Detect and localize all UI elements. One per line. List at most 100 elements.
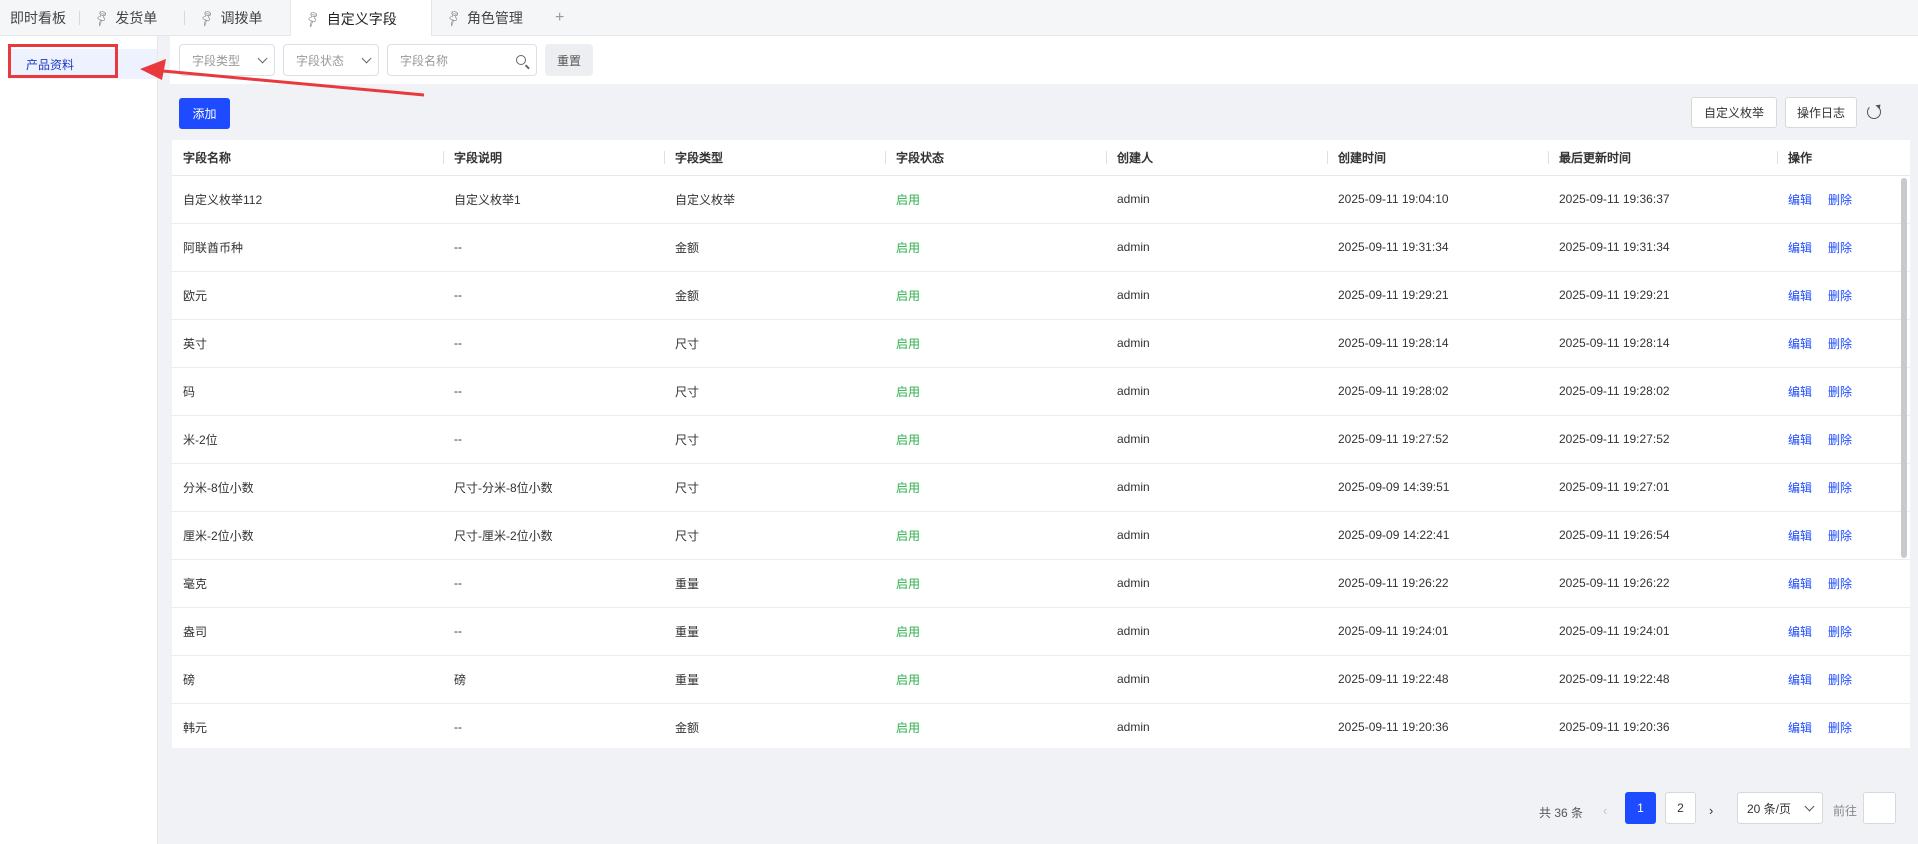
actions-cell: 编辑 删除 [1777,271,1910,320]
created-time-cell: 2025-09-11 19:31:34 [1327,223,1548,272]
delete-link[interactable]: 删除 [1828,625,1852,639]
delete-link[interactable]: 删除 [1828,529,1852,543]
field-type-cell: 尺寸 [664,415,885,464]
edit-link[interactable]: 编辑 [1788,193,1812,207]
edit-link[interactable]: 编辑 [1788,241,1812,255]
tab-dashboard[interactable]: 即时看板 [0,0,80,35]
page-button-1[interactable]: 1 [1625,792,1656,824]
table-row: 英寸 -- 尺寸 启用 admin 2025-09-11 19:28:14 2025-09-… [172,319,1910,368]
field-type-cell: 尺寸 [664,511,885,560]
updated-time-cell: 2025-09-11 19:36:37 [1548,175,1777,224]
goto-page-input[interactable] [1863,792,1896,824]
field-type-cell: 金额 [664,271,885,320]
column-header: 创建时间 [1327,140,1548,176]
field-type-cell: 尺寸 [664,319,885,368]
created-time-cell: 2025-09-11 19:04:10 [1327,175,1548,224]
delete-link[interactable]: 删除 [1828,721,1852,735]
field-name-cell: 英寸 [172,319,443,368]
actions-cell: 编辑 删除 [1777,367,1910,416]
add-button[interactable]: 添加 [179,98,230,129]
field-name-cell: 阿联酋币种 [172,223,443,272]
column-header: 字段说明 [443,140,664,176]
refresh-icon[interactable] [1867,105,1881,119]
field-name-cell: 韩元 [172,703,443,748]
custom-enum-label: 自定义枚举 [1703,106,1764,120]
creator-cell: admin [1106,559,1327,608]
field-status-cell: 启用 [885,319,1106,368]
field-type-cell: 尺寸 [664,367,885,416]
edit-link[interactable]: 编辑 [1788,529,1812,543]
field-description-cell: -- [443,367,664,416]
operation-log-button[interactable]: 操作日志 [1785,97,1857,128]
created-time-cell: 2025-09-11 19:22:48 [1327,655,1548,704]
column-header: 最后更新时间 [1548,140,1777,176]
edit-link[interactable]: 编辑 [1788,577,1812,591]
page-size-select[interactable]: 20 条/页 [1737,792,1823,824]
custom-enum-button[interactable]: 自定义枚举 [1691,97,1777,128]
field-name-search-input[interactable]: 字段名称 [387,44,537,76]
table-header-row: 字段名称 字段说明 字段类型 字段状态 创建人 创建时间 最后更新时间 操作 [172,140,1910,176]
updated-time-cell: 2025-09-11 19:27:01 [1548,463,1777,512]
table-row: 厘米-2位小数 尺寸-厘米-2位小数 尺寸 启用 admin 2025-09-09 14:… [172,511,1910,560]
delete-link[interactable]: 删除 [1828,289,1852,303]
tab-role-management[interactable]: 📌︎ 角色管理 [432,0,537,35]
annotation-highlight-box [8,44,118,78]
delete-link[interactable]: 删除 [1828,673,1852,687]
field-status-select[interactable]: 字段状态 [283,44,379,76]
created-time-cell: 2025-09-11 19:29:21 [1327,271,1548,320]
tab-transfer-order[interactable]: 📌︎ 调拨单 [185,0,276,35]
updated-time-cell: 2025-09-11 19:29:21 [1548,271,1777,320]
actions-cell: 编辑 删除 [1777,463,1910,512]
column-header: 创建人 [1106,140,1327,176]
tab-label: 自定义字段 [326,10,397,27]
field-type-cell: 金额 [664,703,885,748]
table-row: 磅磅重量 启用 admin 2025-09-11 19:22:48 2025-09-11… [172,655,1910,704]
table-scrollbar[interactable] [1901,178,1907,558]
created-time-cell: 2025-09-11 19:27:52 [1327,415,1548,464]
field-status-cell: 启用 [885,415,1106,464]
edit-link[interactable]: 编辑 [1788,721,1812,735]
creator-cell: admin [1106,607,1327,656]
actions-cell: 编辑 删除 [1777,415,1910,464]
field-type-select[interactable]: 字段类型 [179,44,275,76]
delete-link[interactable]: 删除 [1828,481,1852,495]
field-type-cell: 重量 [664,559,885,608]
created-time-cell: 2025-09-09 14:39:51 [1327,463,1548,512]
field-name-cell: 自定义枚举112 [172,175,443,224]
chevron-left-icon[interactable]: ‹ [1603,803,1607,818]
search-icon [516,55,526,65]
edit-link[interactable]: 编辑 [1788,337,1812,351]
edit-link[interactable]: 编辑 [1788,433,1812,447]
creator-cell: admin [1106,319,1327,368]
chevron-down-icon [1804,801,1815,811]
table-row: 毫克 -- 重量 启用 admin 2025-09-11 19:26:22 2025-09-… [172,559,1910,608]
page-button-2[interactable]: 2 [1665,792,1696,824]
delete-link[interactable]: 删除 [1828,193,1852,207]
delete-link[interactable]: 删除 [1828,385,1852,399]
delete-link[interactable]: 删除 [1828,577,1852,591]
creator-cell: admin [1106,511,1327,560]
creator-cell: admin [1106,367,1327,416]
table-row: 欧元 -- 金额 启用 admin 2025-09-11 19:29:21 2025-09-… [172,271,1910,320]
table-row: 韩元 -- 金额 启用 admin 2025-09-11 19:20:36 2025-09-… [172,703,1910,748]
delete-link[interactable]: 删除 [1828,337,1852,351]
chevron-right-icon[interactable]: › [1709,803,1713,818]
column-header: 字段类型 [664,140,885,176]
edit-link[interactable]: 编辑 [1788,385,1812,399]
tab-shipping-order[interactable]: 📌︎ 发货单 [80,0,186,35]
add-tab-button[interactable]: + [537,0,582,35]
reset-button[interactable]: 重置 [545,44,594,76]
updated-time-cell: 2025-09-11 19:20:36 [1548,703,1777,748]
edit-link[interactable]: 编辑 [1788,625,1812,639]
chevron-down-icon [361,53,372,63]
field-description-cell: 自定义枚举1 [443,175,664,224]
edit-link[interactable]: 编辑 [1788,481,1812,495]
edit-link[interactable]: 编辑 [1788,289,1812,303]
field-status-cell: 启用 [885,511,1106,560]
delete-link[interactable]: 删除 [1828,241,1852,255]
delete-link[interactable]: 删除 [1828,433,1852,447]
tab-custom-fields[interactable]: 📌︎ 自定义字段 [290,0,432,37]
updated-time-cell: 2025-09-11 19:28:02 [1548,367,1777,416]
edit-link[interactable]: 编辑 [1788,673,1812,687]
updated-time-cell: 2025-09-11 19:24:01 [1548,607,1777,656]
